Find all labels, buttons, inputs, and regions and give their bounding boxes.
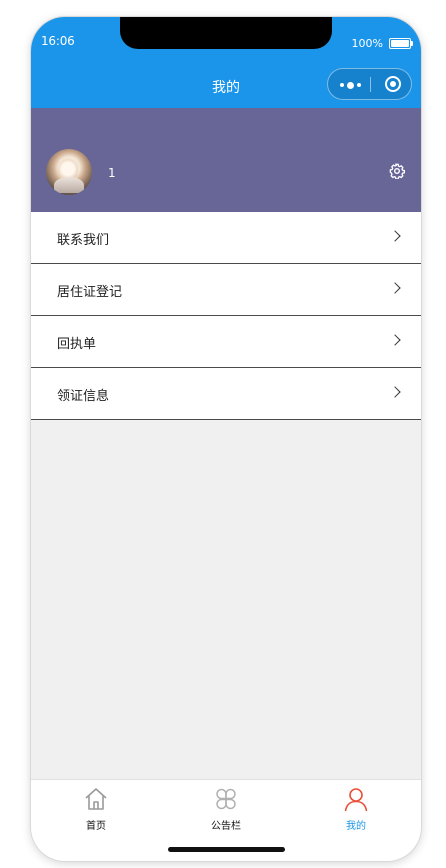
avatar[interactable]: [46, 149, 92, 195]
tab-home[interactable]: 首页: [31, 780, 161, 840]
tab-label: 我的: [346, 821, 366, 832]
menu-item-label: 居住证登记: [57, 285, 123, 300]
menu-item-certificate-info[interactable]: 领证信息: [31, 368, 421, 420]
menu-item-label: 领证信息: [57, 389, 110, 404]
nav-header: 16:06 100% 我的: [31, 17, 421, 108]
more-icon[interactable]: [340, 81, 362, 89]
home-indicator: [168, 847, 285, 852]
phone-frame: 16:06 100% 我的 1 联系我们 居住证登记 回执单 领证信息 首页 公…: [31, 17, 421, 861]
device-notch: [120, 17, 332, 49]
home-icon: [85, 788, 107, 810]
battery-icon: [389, 38, 413, 49]
tab-label: 首页: [86, 821, 106, 832]
status-time: 16:06: [41, 34, 75, 48]
gear-icon[interactable]: [389, 163, 405, 179]
chevron-right-icon: [389, 386, 401, 398]
menu-list: 联系我们 居住证登记 回执单 领证信息: [31, 212, 421, 420]
tab-bulletin[interactable]: 公告栏: [161, 780, 291, 840]
close-target-icon[interactable]: [385, 76, 401, 92]
menu-item-residence-registration[interactable]: 居住证登记: [31, 264, 421, 316]
tab-mine[interactable]: 我的: [291, 780, 421, 840]
profile-section: 1: [31, 108, 421, 212]
menu-item-receipt[interactable]: 回执单: [31, 316, 421, 368]
chevron-right-icon: [389, 334, 401, 346]
username: 1: [108, 166, 116, 180]
menu-item-label: 回执单: [57, 337, 97, 352]
chevron-right-icon: [389, 282, 401, 294]
clover-icon: [216, 788, 236, 810]
capsule-divider: [370, 77, 371, 92]
person-icon: [344, 788, 368, 812]
chevron-right-icon: [389, 230, 401, 242]
menu-item-label: 联系我们: [57, 233, 110, 248]
miniprogram-capsule: [327, 68, 412, 100]
menu-item-contact[interactable]: 联系我们: [31, 212, 421, 264]
battery-percent: 100%: [351, 37, 383, 50]
tab-label: 公告栏: [211, 821, 241, 832]
